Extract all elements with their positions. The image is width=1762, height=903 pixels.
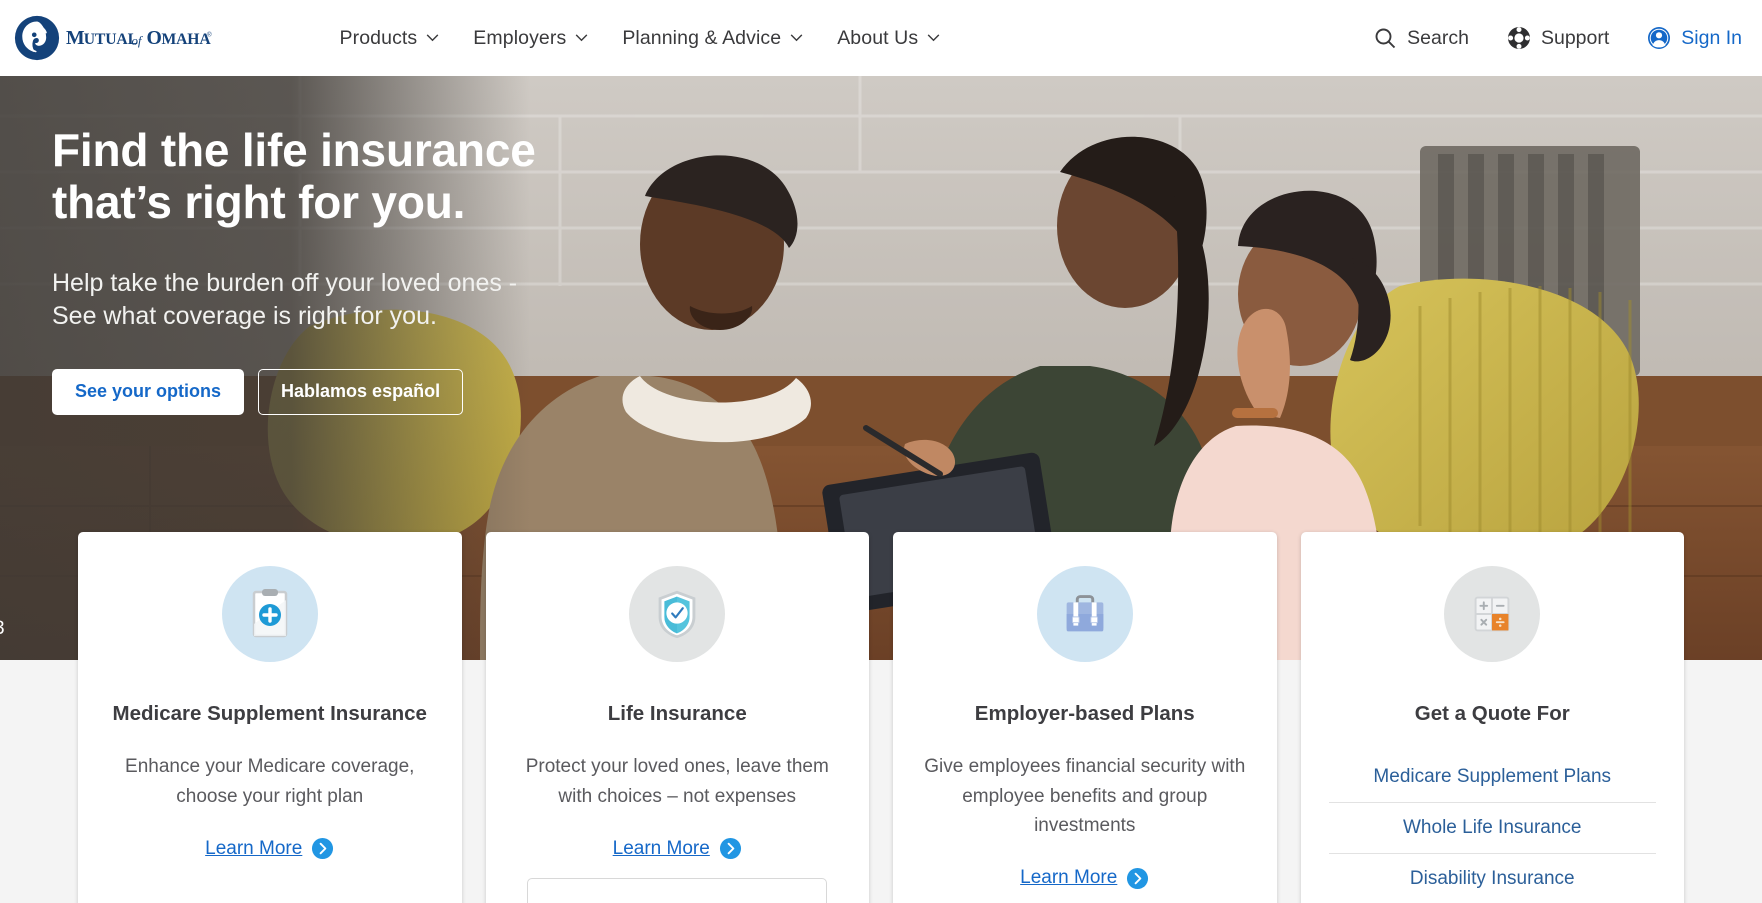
hablamos-espanol-button[interactable]: Hablamos español — [258, 368, 464, 415]
chevron-down-icon — [927, 34, 940, 42]
hero-subheadline: Help take the burden off your loved ones… — [52, 267, 612, 333]
lion-head-logo-icon — [14, 15, 60, 61]
support-label: Support — [1540, 26, 1610, 49]
search-label: Search — [1407, 26, 1469, 49]
card-secondary-cta[interactable] — [527, 878, 828, 903]
clipboard-plus-icon — [221, 566, 318, 662]
nav-item-planning-advice[interactable]: Planning & Advice — [605, 19, 820, 58]
learn-more-label: Learn More — [205, 837, 303, 859]
shield-check-glyph — [658, 590, 696, 639]
card-title: Medicare Supplement Insurance — [112, 702, 427, 725]
svg-text:®: ® — [207, 32, 212, 39]
nav-item-employers[interactable]: Employers — [456, 19, 605, 58]
card-body: Enhance your Medicare coverage, choose y… — [125, 756, 415, 807]
chevron-down-icon — [790, 34, 803, 42]
search-icon — [1375, 28, 1396, 49]
primary-nav: Products Employers Planning & Advice Abo… — [323, 19, 958, 58]
learn-more-link[interactable]: Learn More — [613, 837, 742, 860]
svg-text:MAHA: MAHA — [161, 31, 211, 48]
utility-nav: Search Support Sign In — [1373, 26, 1742, 50]
card-medicare-supplement-insurance[interactable]: Medicare Supplement Insurance Enhance yo… — [78, 532, 462, 903]
hero-content: Find the life insurance that’s right for… — [52, 124, 612, 415]
learn-more-link[interactable]: Learn More — [1020, 867, 1149, 890]
chevron-down-icon — [575, 34, 588, 42]
brand-logo[interactable]: M UTUAL of O MAHA ® — [14, 15, 271, 61]
learn-more-label: Learn More — [612, 837, 710, 859]
card-body: Give employees financial security with e… — [924, 756, 1246, 837]
nav-item-about-us[interactable]: About Us — [820, 19, 957, 58]
svg-text:O: O — [146, 27, 161, 49]
see-your-options-button[interactable]: See your options — [52, 368, 245, 415]
hero-subheadline-line1: Help take the burden off your loved ones… — [52, 268, 518, 297]
chevron-right-circle-icon — [1127, 867, 1149, 889]
card-life-insurance[interactable]: Life Insurance Protect your loved ones, … — [485, 532, 869, 903]
user-circle-icon — [1648, 27, 1671, 49]
svg-text:of: of — [131, 33, 143, 48]
card-employer-based-plans[interactable]: Employer-based Plans Give employees fina… — [893, 532, 1277, 903]
nav-item-label: Products — [339, 26, 418, 49]
nav-item-label: About Us — [837, 26, 919, 49]
site-header: M UTUAL of O MAHA ® Products Employers P… — [0, 0, 1762, 76]
nav-item-label: Planning & Advice — [622, 26, 782, 49]
feature-card-row: Medicare Supplement Insurance Enhance yo… — [78, 532, 1684, 903]
support-button[interactable]: Support — [1507, 26, 1609, 50]
page-root: M UTUAL of O MAHA ® Products Employers P… — [0, 0, 1762, 903]
hero-headline: Find the life insurance that’s right for… — [52, 124, 612, 229]
quote-link-medicare-supplement-plans[interactable]: Medicare Supplement Plans — [1328, 752, 1656, 804]
brand-wordmark: M UTUAL of O MAHA ® — [66, 27, 212, 49]
hero-headline-line2: that’s right for you. — [52, 176, 466, 229]
carousel-slide-number: 3 — [0, 618, 5, 640]
card-title: Get a Quote For — [1414, 702, 1570, 725]
card-title: Employer-based Plans — [974, 702, 1195, 725]
shield-check-icon — [629, 566, 726, 662]
card-title: Life Insurance — [607, 702, 747, 725]
briefcase-glyph — [1066, 595, 1104, 632]
hero-cta-group: See your options Hablamos español — [52, 368, 612, 415]
card-get-a-quote-for[interactable]: Get a Quote For Medicare Supplement Plan… — [1300, 532, 1684, 903]
calculator-glyph — [1474, 596, 1510, 632]
clipboard-plus-glyph — [252, 589, 287, 638]
sign-in-button[interactable]: Sign In — [1647, 26, 1742, 50]
sign-in-label: Sign In — [1681, 26, 1742, 49]
briefcase-icon — [1036, 566, 1133, 662]
hero-headline-line1: Find the life insurance — [52, 124, 536, 176]
learn-more-link[interactable]: Learn More — [205, 837, 334, 860]
learn-more-label: Learn More — [1020, 867, 1118, 889]
svg-text:UTUAL: UTUAL — [84, 31, 138, 48]
calculator-icon — [1444, 566, 1541, 662]
chevron-right-circle-icon — [719, 838, 741, 860]
nav-item-label: Employers — [473, 26, 567, 49]
chevron-down-icon — [426, 34, 439, 42]
quote-link-disability-insurance[interactable]: Disability Insurance — [1329, 854, 1657, 903]
life-ring-icon — [1507, 27, 1530, 49]
quote-link-whole-life-insurance[interactable]: Whole Life Insurance — [1328, 803, 1656, 855]
nav-item-products[interactable]: Products — [323, 19, 457, 58]
card-body: Protect your loved ones, leave them with… — [525, 756, 829, 807]
svg-text:M: M — [66, 27, 85, 49]
chevron-right-circle-icon — [312, 838, 334, 860]
quote-link-list: Medicare Supplement Plans Whole Life Ins… — [1328, 752, 1657, 903]
hero-subheadline-line2: See what coverage is right for you. — [52, 301, 437, 330]
search-button[interactable]: Search — [1373, 26, 1469, 50]
